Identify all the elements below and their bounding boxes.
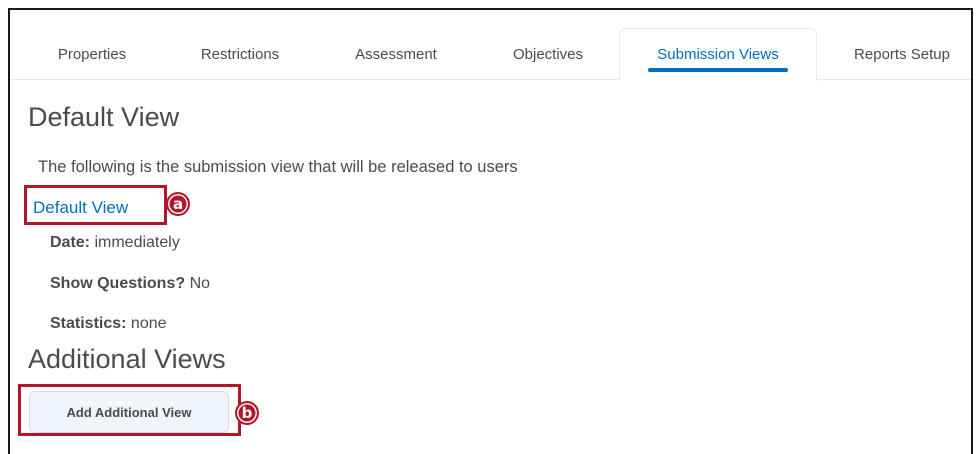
tab-label: Assessment <box>355 45 437 63</box>
tab-reports-setup[interactable]: Reports Setup <box>832 28 972 80</box>
tab-properties[interactable]: Properties <box>32 28 152 80</box>
tab-label: Properties <box>57 45 127 63</box>
callout-badge-b: b <box>235 401 259 425</box>
statistics-detail: Statistics: none <box>50 315 167 333</box>
date-detail: Date: immediately <box>50 234 180 252</box>
show-questions-value: No <box>189 275 211 292</box>
tab-label: Restrictions <box>200 45 280 63</box>
active-tab-indicator <box>648 68 788 72</box>
tab-assessment[interactable]: Assessment <box>332 28 460 80</box>
statistics-label: Statistics: <box>50 315 127 332</box>
callout-badge-a: a <box>166 192 190 216</box>
date-value: immediately <box>94 234 180 251</box>
tab-bar: Properties Restrictions Assessment Objec… <box>10 28 972 81</box>
add-additional-view-label: Add Additional View <box>66 404 192 420</box>
tab-submission-views[interactable]: Submission Views <box>619 28 817 81</box>
tab-objectives[interactable]: Objectives <box>488 28 608 80</box>
tab-restrictions[interactable]: Restrictions <box>175 28 305 80</box>
show-questions-detail: Show Questions? No <box>50 275 210 293</box>
default-view-link[interactable]: Default View <box>33 198 128 218</box>
tab-label: Objectives <box>512 45 584 63</box>
default-view-heading: Default View <box>28 102 180 132</box>
content-frame: Properties Restrictions Assessment Objec… <box>8 8 973 454</box>
additional-views-heading: Additional Views <box>28 344 226 374</box>
default-view-description: The following is the submission view tha… <box>38 158 518 176</box>
tab-label: Reports Setup <box>854 45 950 63</box>
show-questions-label: Show Questions? <box>50 275 186 292</box>
add-additional-view-button[interactable]: Add Additional View <box>29 391 229 433</box>
statistics-value: none <box>130 315 167 332</box>
date-label: Date: <box>50 234 91 251</box>
tab-label: Submission Views <box>657 46 779 63</box>
